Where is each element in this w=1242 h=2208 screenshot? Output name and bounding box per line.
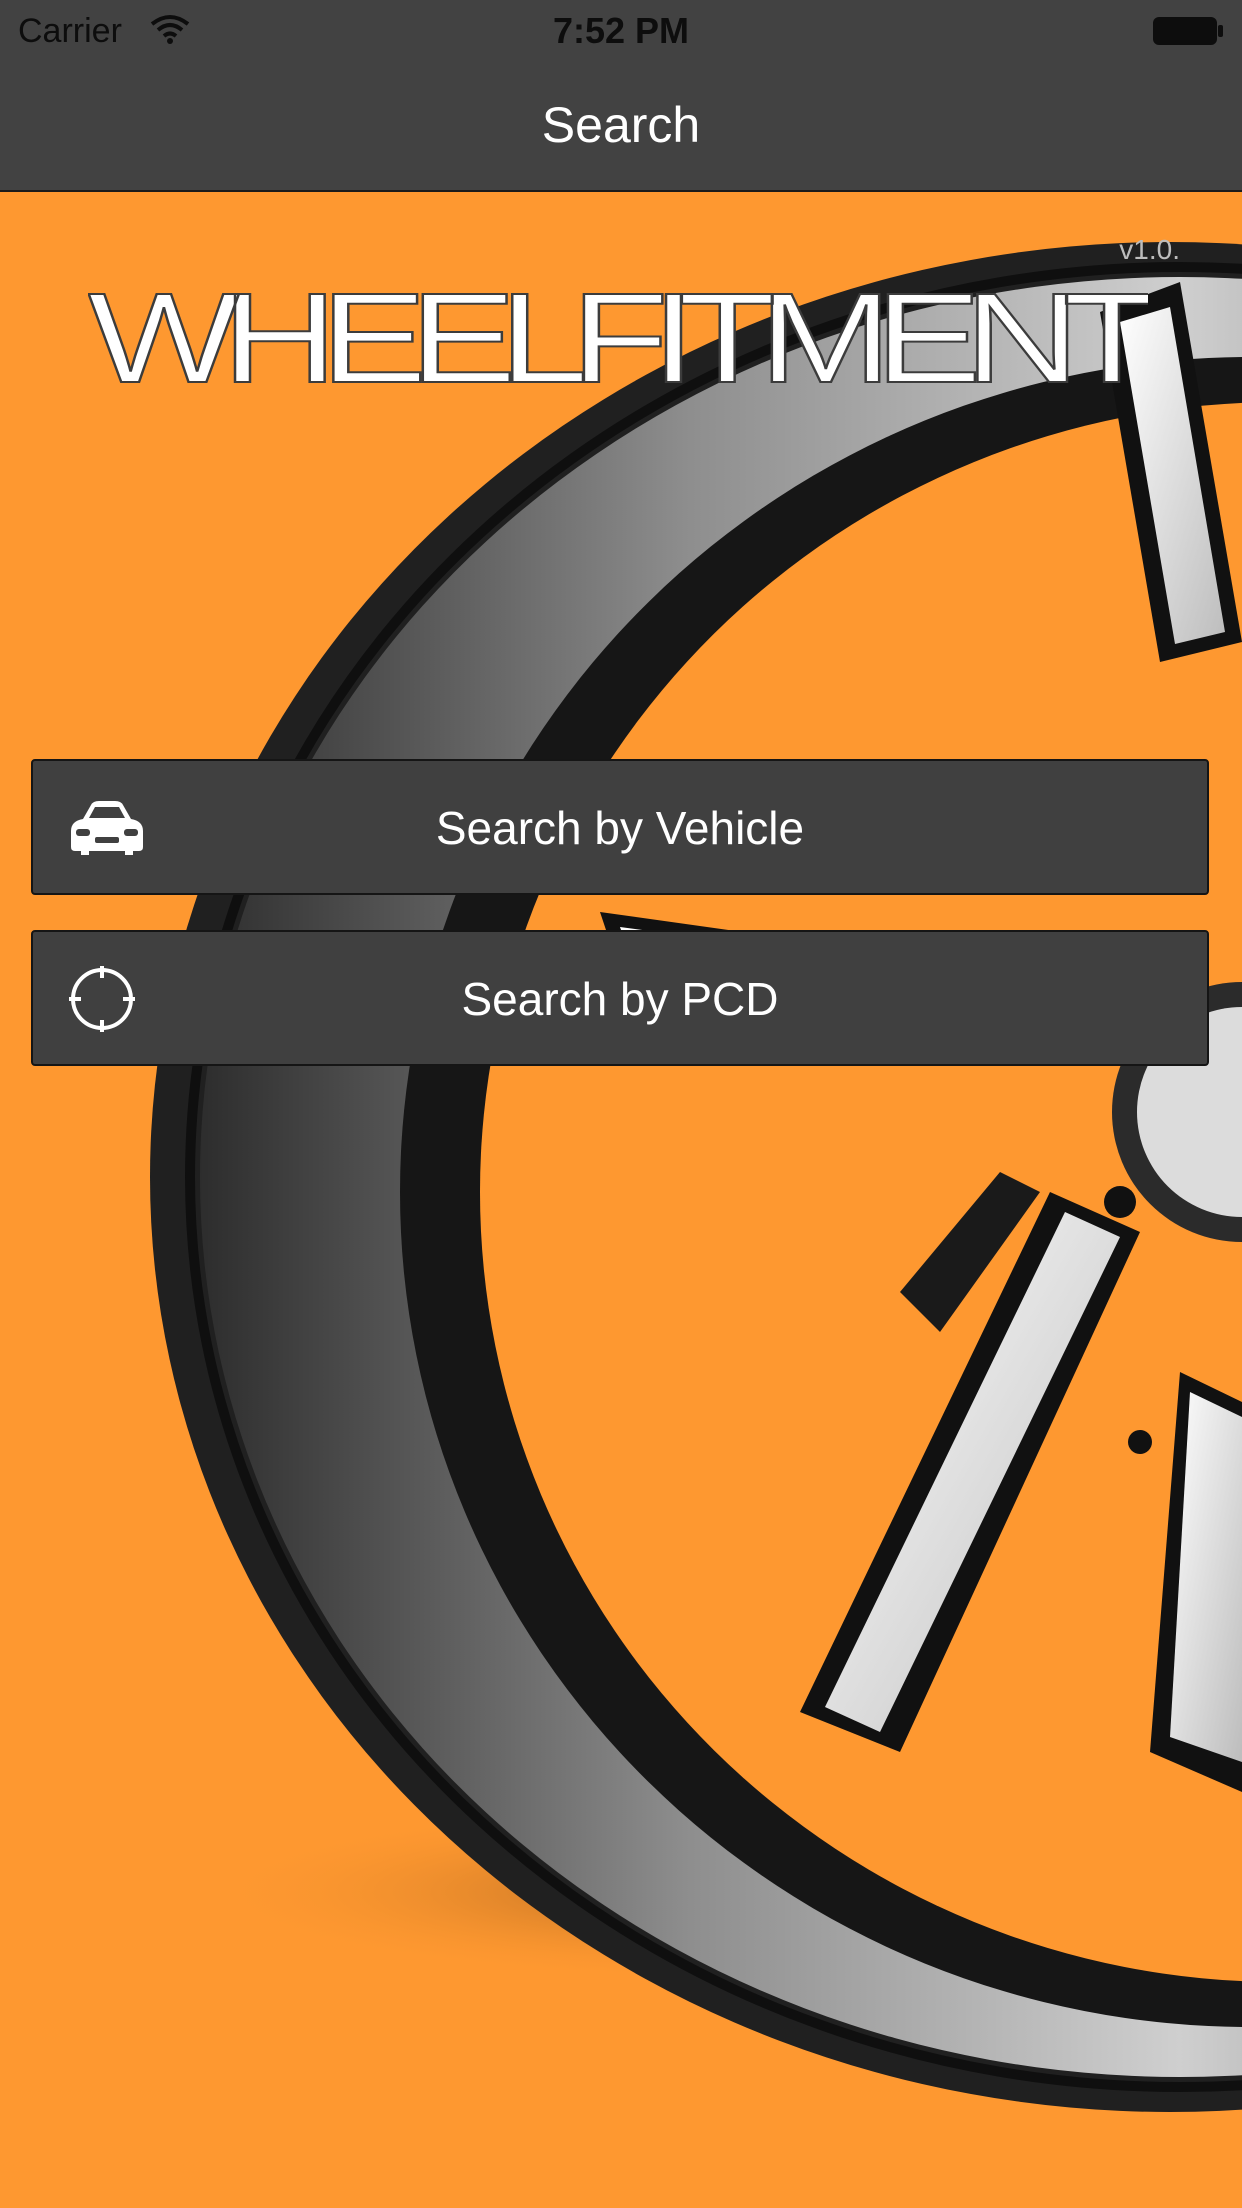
version-label: v1.0. [1119, 234, 1180, 265]
navigation-bar: Search [0, 62, 1242, 192]
page-title: Search [541, 97, 701, 153]
search-by-vehicle-button[interactable]: Search by Vehicle [31, 759, 1209, 895]
status-bar: Carrier 7:52 PM [0, 0, 1242, 62]
logo-text: WHEELFITMENT [88, 270, 1148, 390]
battery-icon [1153, 17, 1223, 45]
search-by-pcd-label: Search by PCD [461, 973, 779, 1025]
status-time: 7:52 PM [552, 10, 690, 51]
search-by-pcd-button[interactable]: Search by PCD [31, 930, 1209, 1066]
main-content: v1.0. WHEELFITMENT Search by Vehicle Sea… [0, 192, 1242, 2208]
wheelfitment-logo: WHEELFITMENT [88, 270, 1148, 390]
wheel-background-image [150, 242, 1242, 2112]
search-by-vehicle-label: Search by Vehicle [435, 802, 805, 854]
